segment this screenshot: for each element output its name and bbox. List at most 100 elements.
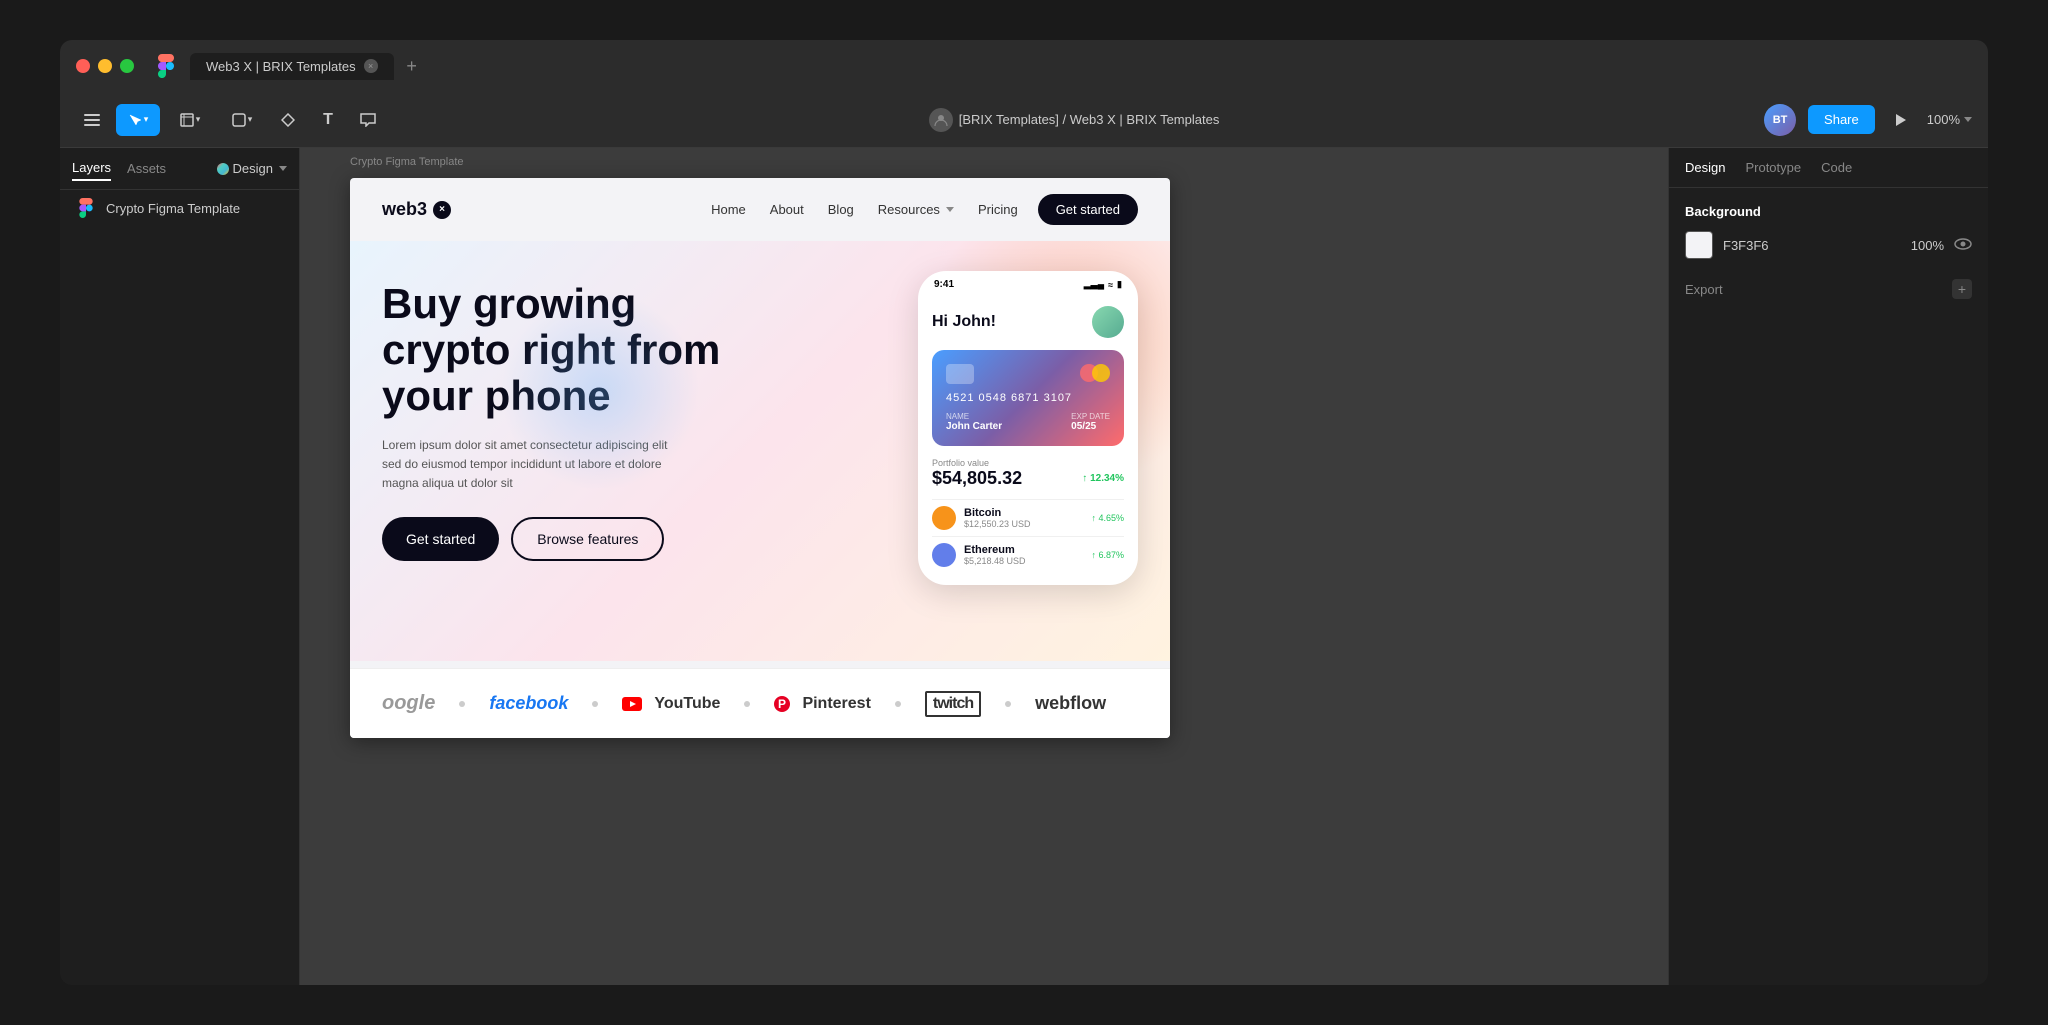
- minimize-button[interactable]: [98, 59, 112, 73]
- bitcoin-icon: [932, 506, 956, 530]
- mastercard-icon: [1080, 364, 1110, 382]
- toolbar-right: BT Share 100%: [1764, 104, 1972, 136]
- main-area: Layers Assets Design: [60, 148, 1988, 985]
- logo-x-icon: ×: [433, 201, 451, 219]
- nav-get-started-button[interactable]: Get started: [1038, 194, 1138, 225]
- brand-facebook: facebook: [489, 693, 568, 714]
- zoom-control[interactable]: 100%: [1927, 112, 1972, 127]
- design-canvas: web3 × Home About Blog Resources Pricing…: [350, 178, 1170, 738]
- logo-text: web3: [382, 199, 427, 220]
- figma-icon: [154, 54, 178, 78]
- hero-subtitle: Lorem ipsum dolor sit amet consectetur a…: [382, 436, 682, 494]
- phone-mockup: 9:41 ▂▃▄ ≈ ▮ Hi John!: [918, 271, 1138, 585]
- card-holder-value: John Carter: [946, 421, 1002, 432]
- hero-get-started-button[interactable]: Get started: [382, 517, 499, 561]
- nav-blog[interactable]: Blog: [828, 202, 854, 217]
- ethereum-name: Ethereum: [964, 544, 1083, 556]
- toolbar: ▾ ▾ ▾ T: [60, 92, 1988, 148]
- crypto-card: 4521 0548 6871 3107 NAME John Carter EXP…: [932, 350, 1124, 446]
- ethereum-price: $5,218.48 USD: [964, 556, 1083, 566]
- hero-left: Buy growing crypto right from your phone…: [382, 261, 918, 641]
- comment-tool-button[interactable]: [352, 104, 384, 136]
- canvas-area[interactable]: Crypto Figma Template web3 × Home About …: [300, 148, 1668, 985]
- background-color-swatch[interactable]: [1685, 231, 1713, 259]
- breadcrumb[interactable]: [BRIX Templates] / Web3 X | BRIX Templat…: [929, 108, 1220, 132]
- background-color-value[interactable]: F3F3F6: [1723, 238, 1884, 253]
- card-expiry-section: EXP DATE 05/25: [1071, 412, 1110, 432]
- tab-prototype[interactable]: Prototype: [1745, 160, 1801, 175]
- brand-youtube: YouTube: [622, 695, 720, 713]
- brand-separator-1: [459, 701, 465, 707]
- zoom-chevron-icon: [1964, 117, 1972, 122]
- select-tool-button[interactable]: ▾: [116, 104, 160, 136]
- card-holder-label: NAME: [946, 412, 1002, 421]
- card-holder-section: NAME John Carter: [946, 412, 1002, 432]
- breadcrumb-text: [BRIX Templates] / Web3 X | BRIX Templat…: [959, 112, 1220, 127]
- design-dropdown[interactable]: Design: [217, 161, 287, 176]
- panel-tab-bar: Layers Assets Design: [60, 148, 299, 190]
- play-button[interactable]: [1887, 106, 1915, 134]
- svg-text:P: P: [778, 697, 786, 711]
- share-button[interactable]: Share: [1808, 105, 1875, 134]
- brand-separator-2: [592, 701, 598, 707]
- shape-tool-button[interactable]: ▾: [220, 104, 264, 136]
- close-button[interactable]: [76, 59, 90, 73]
- card-expiry-label: EXP DATE: [1071, 412, 1110, 421]
- design-color-icon: [217, 163, 229, 175]
- tab-code[interactable]: Code: [1821, 160, 1852, 175]
- ethereum-icon: [932, 543, 956, 567]
- background-color-row: F3F3F6 100%: [1685, 231, 1972, 259]
- titlebar: Web3 X | BRIX Templates × +: [60, 40, 1988, 92]
- text-tool-button[interactable]: T: [312, 104, 344, 136]
- tab-assets[interactable]: Assets: [127, 157, 166, 180]
- nav-links: Home About Blog Resources Pricing: [711, 202, 1018, 217]
- bitcoin-info: Bitcoin $12,550.23 USD: [964, 507, 1083, 529]
- hero-title: Buy growing crypto right from your phone: [382, 281, 918, 420]
- nav-about[interactable]: About: [770, 202, 804, 217]
- canvas-frame-label: Crypto Figma Template: [350, 156, 464, 168]
- background-opacity-value[interactable]: 100%: [1894, 238, 1944, 253]
- design-label: Design: [233, 161, 273, 176]
- new-tab-button[interactable]: +: [398, 52, 426, 80]
- phone-status-icons: ▂▃▄ ≈ ▮: [1084, 279, 1122, 290]
- user-icon: [929, 108, 953, 132]
- layer-figma-icon: [76, 198, 96, 218]
- bitcoin-change: ↑ 4.65%: [1091, 513, 1124, 523]
- design-chevron-icon: [279, 166, 287, 171]
- nav-pricing[interactable]: Pricing: [978, 202, 1018, 217]
- hero-browse-features-button[interactable]: Browse features: [511, 517, 664, 561]
- phone-content: Hi John! 4521 0548 6871 3107: [918, 294, 1138, 585]
- menu-button[interactable]: [76, 104, 108, 136]
- nav-home[interactable]: Home: [711, 202, 746, 217]
- pen-tool-button[interactable]: [272, 104, 304, 136]
- export-add-button[interactable]: +: [1952, 279, 1972, 299]
- resources-chevron-icon: [946, 207, 954, 212]
- bitcoin-item: Bitcoin $12,550.23 USD ↑ 4.65%: [932, 499, 1124, 536]
- export-label: Export: [1685, 282, 1723, 297]
- maximize-button[interactable]: [120, 59, 134, 73]
- tab-label: Web3 X | BRIX Templates: [206, 59, 356, 74]
- signal-icon: ▂▃▄: [1084, 279, 1104, 290]
- brand-separator-5: [1005, 701, 1011, 707]
- frame-tool-button[interactable]: ▾: [168, 104, 212, 136]
- right-panel: Design Prototype Code Background F3F3F6 …: [1668, 148, 1988, 985]
- tab-bar: Web3 X | BRIX Templates × +: [190, 52, 426, 80]
- window: Web3 X | BRIX Templates × + ▾: [60, 40, 1988, 985]
- user-avatar[interactable]: BT: [1764, 104, 1796, 136]
- tab-close-button[interactable]: ×: [364, 59, 378, 73]
- template-hero: Buy growing crypto right from your phone…: [350, 241, 1170, 661]
- ethereum-info: Ethereum $5,218.48 USD: [964, 544, 1083, 566]
- zoom-value: 100%: [1927, 112, 1960, 127]
- phone-time: 9:41: [934, 279, 954, 290]
- phone-greeting: Hi John!: [932, 306, 1124, 338]
- bitcoin-name: Bitcoin: [964, 507, 1083, 519]
- greeting-text: Hi John!: [932, 313, 996, 331]
- nav-resources[interactable]: Resources: [878, 202, 954, 217]
- tab-layers[interactable]: Layers: [72, 156, 111, 181]
- visibility-toggle-button[interactable]: [1954, 237, 1972, 253]
- tab-web3[interactable]: Web3 X | BRIX Templates ×: [190, 53, 394, 80]
- left-panel: Layers Assets Design: [60, 148, 300, 985]
- layer-name: Crypto Figma Template: [106, 201, 240, 216]
- tab-design[interactable]: Design: [1685, 160, 1725, 175]
- layer-item-crypto[interactable]: Crypto Figma Template: [60, 190, 299, 226]
